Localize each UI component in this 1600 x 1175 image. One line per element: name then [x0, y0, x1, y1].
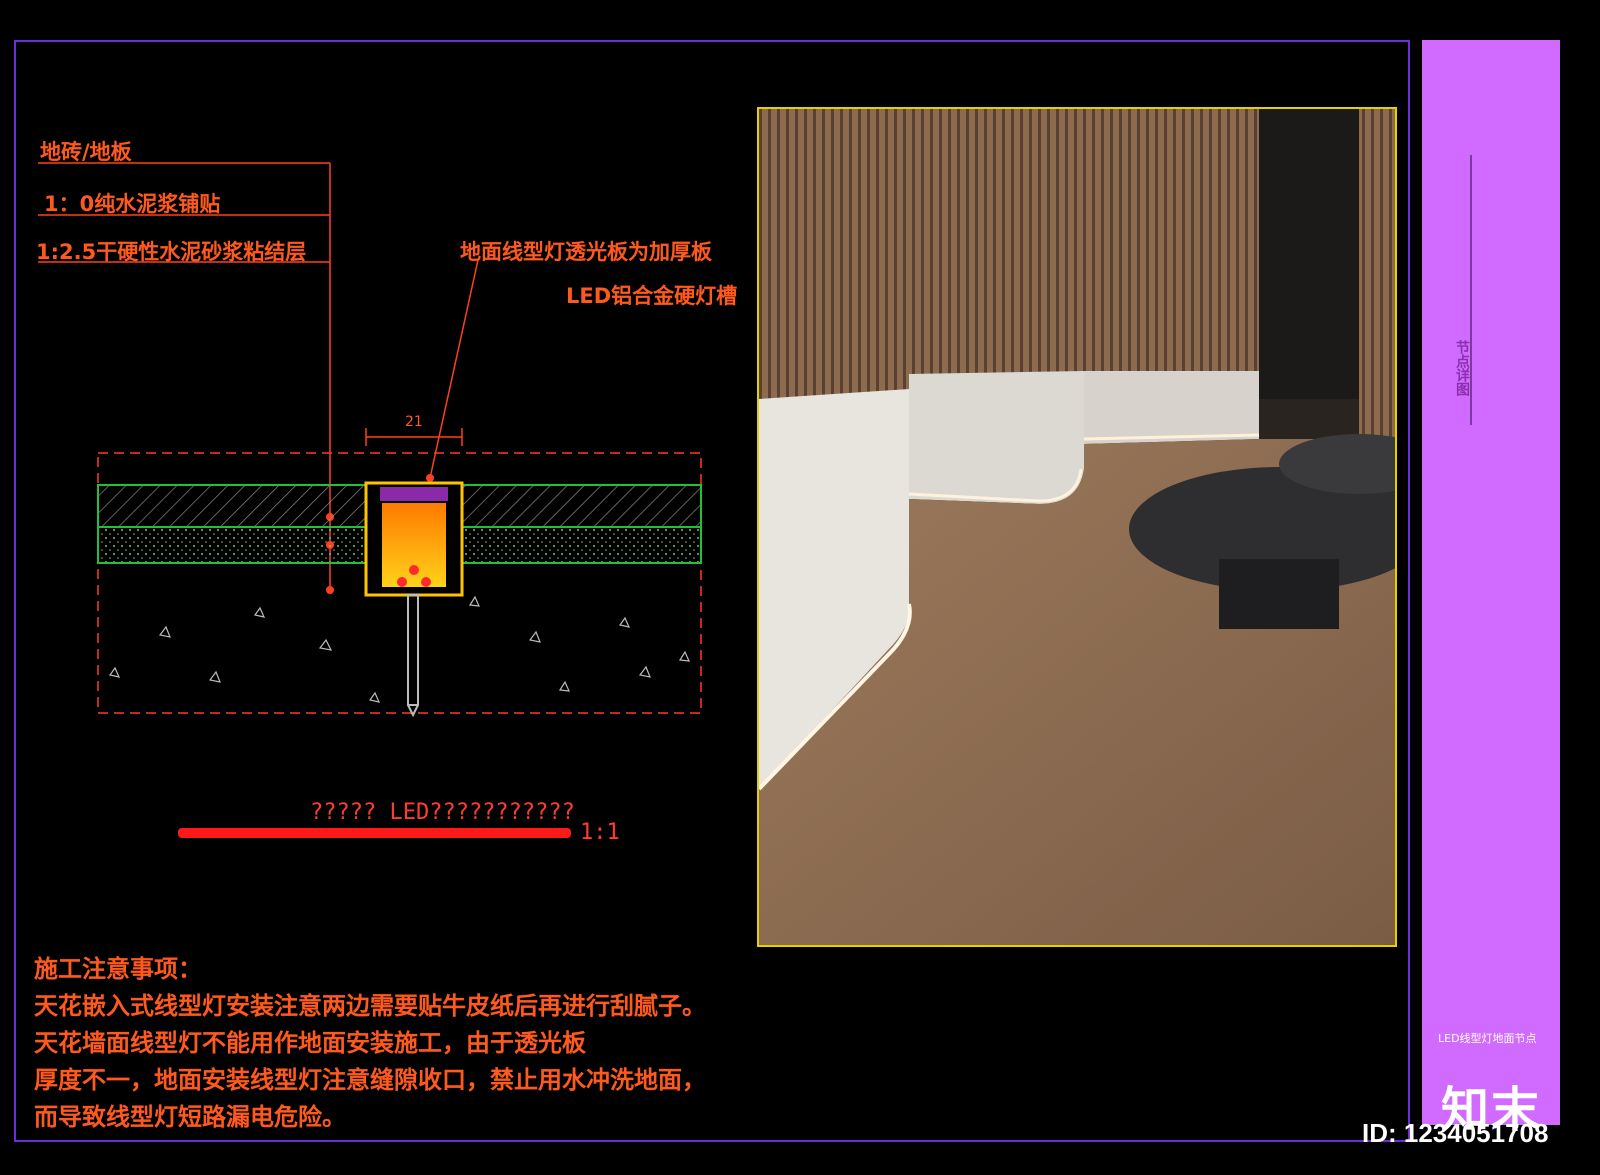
layer-label-tile: 地砖/地板: [40, 140, 132, 164]
mortar-layer-right: [461, 526, 702, 564]
notes-heading: 施工注意事项：: [34, 954, 202, 983]
title-block-caption: LED线型灯地面节点: [1438, 1032, 1537, 1045]
notes-line: 厚度不一，地面安装线型灯注意缝隙收口，禁止用水冲洗地面，: [34, 1065, 706, 1094]
scale-bar: [178, 828, 571, 838]
callout-top-label: 地面线型灯透光板为加厚板: [460, 240, 712, 264]
notes-line: 而导致线型灯短路漏电危险。: [34, 1102, 346, 1131]
notes-line: 天花墙面线型灯不能用作地面安装施工，由于透光板: [34, 1028, 586, 1057]
callout-bottom-label: LED铝合金硬灯槽: [566, 284, 738, 308]
tile-layer-right: [461, 484, 702, 528]
dimension-line: [365, 428, 463, 446]
dimension-value: 21: [405, 414, 423, 430]
id-label: ID: 1234051708: [1362, 1118, 1549, 1148]
tile-layer-left: [97, 484, 367, 528]
concrete-base: [108, 595, 690, 703]
notes-line: 天花嵌入式线型灯安装注意两边需要贴牛皮纸后再进行刮腻子。: [34, 991, 706, 1020]
scale-ratio: 1:1: [580, 820, 620, 845]
title-block-vertical-text: 节点详图: [1454, 340, 1470, 396]
callout-leader: [429, 259, 479, 479]
title-block: 节点详图 LED线型灯地面节点 知末: [1422, 40, 1560, 1138]
interior-scene: [759, 109, 1395, 945]
led-fixture: [364, 481, 464, 718]
reference-photo: [757, 107, 1397, 947]
layer-label-mortar: 1:2.5干硬性水泥砂浆粘结层: [36, 240, 307, 264]
mortar-layer-left: [97, 526, 367, 564]
construction-notes: 施工注意事项： 天花嵌入式线型灯安装注意两边需要贴牛皮纸后再进行刮腻子。 天花墙…: [34, 950, 706, 1135]
layer-label-cement: 1：0纯水泥浆铺贴: [44, 192, 221, 216]
section-drawing: [38, 162, 702, 718]
scale-title: ????? LED???????????: [310, 800, 575, 825]
